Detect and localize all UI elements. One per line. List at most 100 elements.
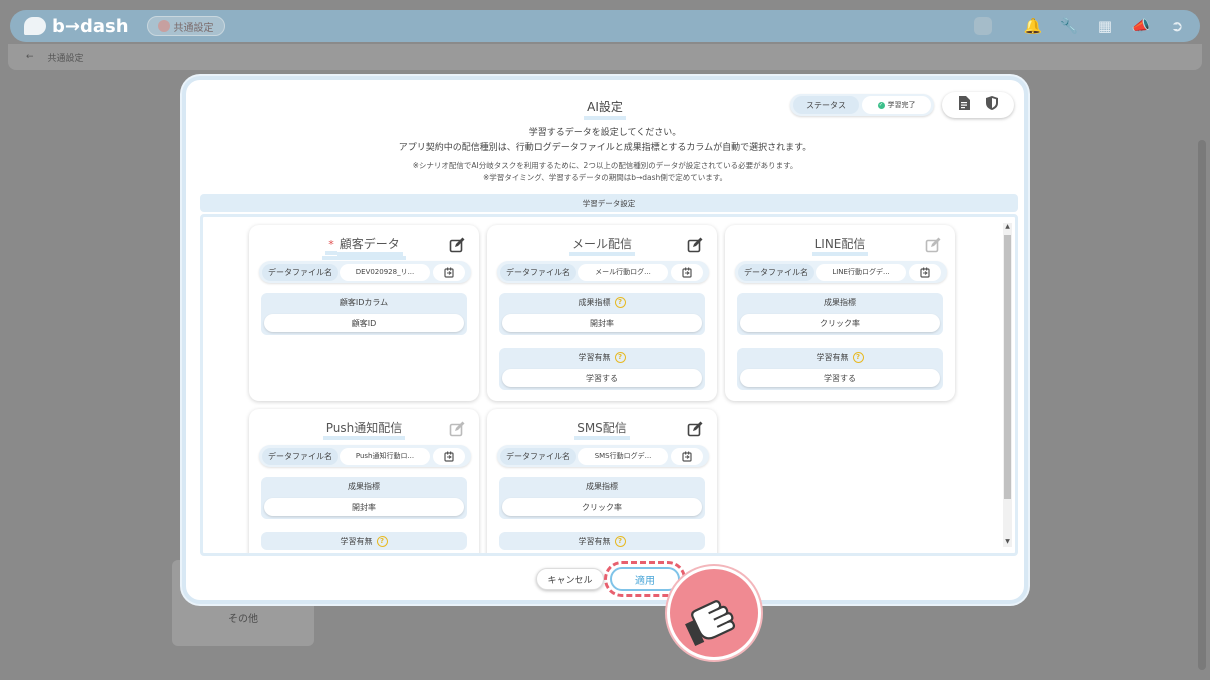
top-icon-group: 🔔 🔧 ▦ 📣 ➲ xyxy=(974,17,1186,35)
data-file-name[interactable]: Push通知行動ロ... xyxy=(340,447,430,465)
description-line-1: 学習するデータを設定してください。 xyxy=(528,128,682,138)
refresh-file-icon[interactable] xyxy=(433,447,465,465)
learning-select[interactable]: 学習する xyxy=(740,369,940,387)
scroll-down-icon[interactable]: ▼ xyxy=(1003,538,1012,547)
refresh-file-icon[interactable] xyxy=(671,263,703,281)
cancel-button[interactable]: キャンセル xyxy=(536,568,604,590)
field-label-text: 学習有無 xyxy=(578,352,611,362)
kpi-field: 成果指標 クリック率 xyxy=(737,293,943,335)
edit-icon[interactable] xyxy=(687,237,703,253)
kpi-field: 成果指標? 開封率 xyxy=(499,293,705,335)
modal-description: 学習するデータを設定してください。 アプリ契約中の配信種別は、行動ログデータファ… xyxy=(186,126,1024,156)
learning-toggle-field: 学習有無? 学習する xyxy=(499,348,705,390)
ai-settings-modal: AI設定 ステータス ✓ 学習完了 学習するデータを設定してください。 アプリ契… xyxy=(182,76,1028,604)
data-file-row: データファイル名 Push通知行動ロ... xyxy=(259,445,471,467)
edit-icon[interactable] xyxy=(449,237,465,253)
edit-icon[interactable] xyxy=(925,237,941,253)
app-logo[interactable]: b→dash xyxy=(24,16,129,37)
card-sms-delivery: SMS配信 データファイル名 SMS行動ログデ... 成果指標 クリック率 学習… xyxy=(487,409,717,553)
learning-select[interactable]: 学習する xyxy=(502,369,702,387)
data-file-name[interactable]: DEV020928_リ... xyxy=(340,263,430,281)
bell-icon[interactable]: 🔔 xyxy=(1024,17,1043,35)
field-label: 顧客IDカラム xyxy=(339,297,389,307)
field-label: 成果指標 xyxy=(824,297,856,307)
common-settings-badge[interactable]: 共通設定 xyxy=(146,16,225,36)
card-title-text: SMS配信 xyxy=(574,419,630,440)
field-label: 学習有無? xyxy=(261,532,467,550)
breadcrumb: 共通設定 xyxy=(47,53,84,64)
field-label-text: 学習有無 xyxy=(816,352,849,362)
side-item-other[interactable]: その他 xyxy=(228,610,258,625)
learning-toggle-field: 学習有無? xyxy=(261,532,467,550)
scroll-up-icon[interactable]: ▲ xyxy=(1003,223,1012,232)
field-label: 成果指標 xyxy=(348,481,380,491)
customer-id-column-field: 顧客IDカラム 顧客ID xyxy=(261,293,467,335)
field-label: 学習有無? xyxy=(737,348,943,366)
customer-id-select[interactable]: 顧客ID xyxy=(264,314,464,332)
field-label: 成果指標? xyxy=(499,293,705,311)
data-file-name[interactable]: SMS行動ログデ... xyxy=(578,447,668,465)
question-icon[interactable]: ? xyxy=(852,351,864,363)
panel-scrollbar[interactable]: ▲ ▼ xyxy=(1003,223,1012,547)
question-icon[interactable]: ? xyxy=(376,535,388,547)
card-title-text: Push通知配信 xyxy=(322,419,406,440)
card-title: SMS配信 xyxy=(487,419,717,440)
apply-button[interactable]: 適用 xyxy=(610,567,680,591)
note-line-2: ※学習タイミング、学習するデータの期間はb→dash側で定めています。 xyxy=(482,173,728,182)
settings-badge-icon xyxy=(157,20,170,32)
data-file-label: データファイル名 xyxy=(738,263,814,281)
question-icon[interactable]: ? xyxy=(614,535,626,547)
scroll-thumb[interactable] xyxy=(1004,235,1011,499)
kpi-select[interactable]: クリック率 xyxy=(502,498,702,516)
question-icon[interactable]: ? xyxy=(614,296,626,308)
edit-icon[interactable] xyxy=(687,421,703,437)
description-line-2: アプリ契約中の配信種別は、行動ログデータファイルと成果指標とするカラムが自動で選… xyxy=(398,143,812,153)
data-file-label: データファイル名 xyxy=(262,447,338,465)
card-line-delivery: LINE配信 データファイル名 LINE行動ログデ... 成果指標 クリック率 … xyxy=(725,225,955,401)
data-file-label: データファイル名 xyxy=(500,447,576,465)
megaphone-icon[interactable]: 📣 xyxy=(1132,17,1151,35)
document-icon[interactable] xyxy=(958,96,970,114)
status-indicator: ステータス ✓ 学習完了 xyxy=(790,94,934,116)
data-file-row: データファイル名 SMS行動ログデ... xyxy=(497,445,709,467)
grid-icon[interactable]: ▦ xyxy=(1096,17,1114,35)
data-file-name[interactable]: メール行動ログ... xyxy=(578,263,668,281)
learning-data-panel: * 顧客データ データファイル名 DEV020928_リ... 顧客IDカラム 顧… xyxy=(200,214,1018,556)
logo-text: b→dash xyxy=(52,15,129,37)
data-file-row: データファイル名 LINE行動ログデ... xyxy=(735,261,947,283)
back-arrow-icon[interactable]: ← xyxy=(26,52,34,62)
refresh-file-icon[interactable] xyxy=(909,263,941,281)
user-name-blurred xyxy=(974,17,992,35)
card-title-text: LINE配信 xyxy=(811,235,869,256)
refresh-file-icon[interactable] xyxy=(671,447,703,465)
top-navigation-bar: b→dash 共通設定 🔔 🔧 ▦ 📣 ➲ xyxy=(10,10,1200,42)
hand-pointer-icon xyxy=(667,566,761,660)
logo-mark-icon xyxy=(24,17,46,35)
card-title: Push通知配信 xyxy=(249,419,479,440)
data-file-name[interactable]: LINE行動ログデ... xyxy=(816,263,906,281)
refresh-file-icon[interactable] xyxy=(433,263,465,281)
field-label-text: 成果指標 xyxy=(578,297,611,307)
kpi-select[interactable]: 開封率 xyxy=(502,314,702,332)
kpi-select[interactable]: 開封率 xyxy=(264,498,464,516)
common-settings-label: 共通設定 xyxy=(173,22,214,34)
shield-icon[interactable] xyxy=(986,96,998,114)
learning-toggle-field: 学習有無? xyxy=(499,532,705,550)
field-label-text: 学習有無 xyxy=(578,536,611,546)
edit-icon[interactable] xyxy=(449,421,465,437)
card-mail-delivery: メール配信 データファイル名 メール行動ログ... 成果指標? 開封率 学習有無… xyxy=(487,225,717,401)
learning-toggle-field: 学習有無? 学習する xyxy=(737,348,943,390)
data-file-label: データファイル名 xyxy=(262,263,338,281)
field-label-text: 学習有無 xyxy=(340,536,373,546)
page-scrollbar[interactable] xyxy=(1198,140,1206,670)
logout-icon[interactable]: ➲ xyxy=(1168,17,1186,35)
data-file-label: データファイル名 xyxy=(500,263,576,281)
question-icon[interactable]: ? xyxy=(614,351,626,363)
status-value: ✓ 学習完了 xyxy=(862,96,931,114)
modal-action-icons xyxy=(942,92,1014,118)
kpi-select[interactable]: クリック率 xyxy=(740,314,940,332)
card-customer-data: * 顧客データ データファイル名 DEV020928_リ... 顧客IDカラム 顧… xyxy=(249,225,479,401)
wrench-icon[interactable]: 🔧 xyxy=(1060,17,1079,35)
card-title: メール配信 xyxy=(487,235,717,256)
status-value-text: 学習完了 xyxy=(887,101,916,109)
